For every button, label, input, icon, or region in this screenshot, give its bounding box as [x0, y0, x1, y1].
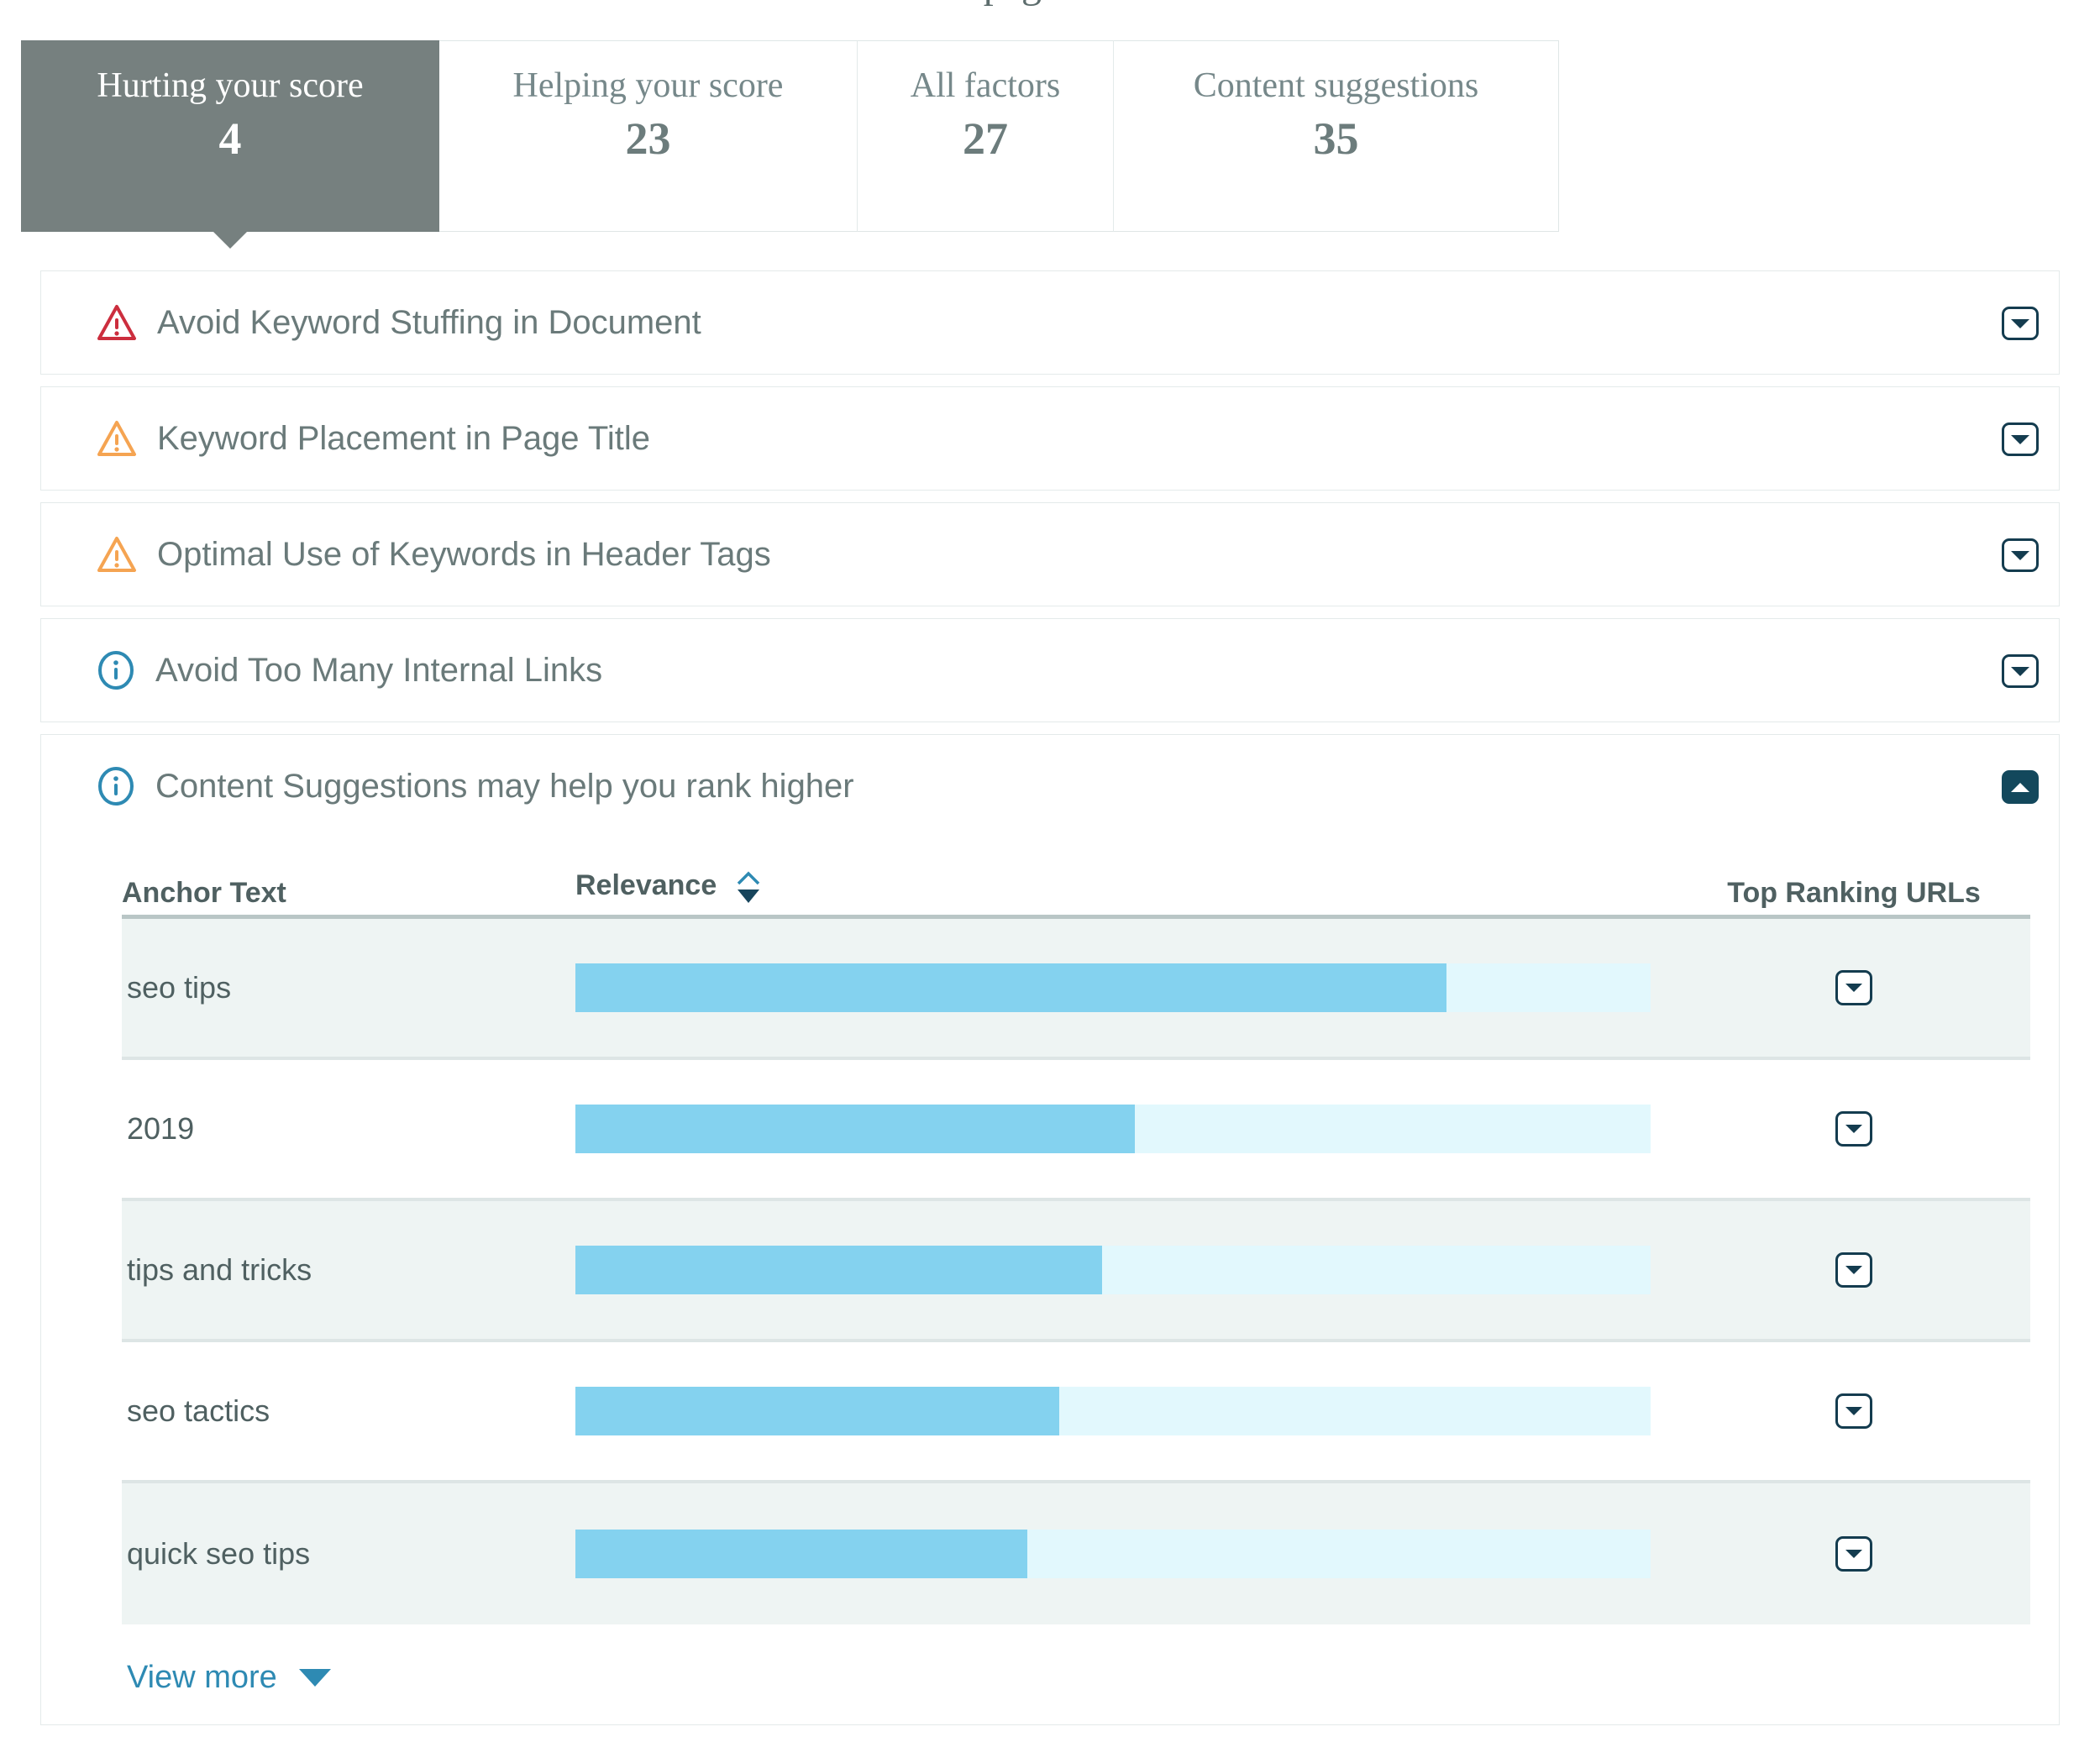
factor-title: Content Suggestions may help you rank hi…	[155, 768, 854, 806]
view-more-label: View more	[127, 1660, 277, 1696]
relevance-cell	[575, 1387, 1677, 1435]
factor-card-header[interactable]: Keyword Placement in Page Title	[41, 387, 2059, 490]
expand-toggle-button[interactable]	[2002, 538, 2039, 572]
expand-toggle-button[interactable]	[2002, 654, 2039, 688]
chevron-down-icon	[2011, 319, 2029, 328]
relevance-bar-fill	[575, 963, 1446, 1012]
sort-chevrons-icon	[734, 869, 763, 906]
anchor-text-cell: seo tactics	[122, 1393, 575, 1429]
table-row[interactable]: seo tips	[122, 919, 2030, 1060]
top-ranking-urls-cell	[1677, 1536, 2030, 1572]
relevance-bar-track	[575, 963, 1651, 1012]
chevron-down-icon	[1845, 1125, 1862, 1133]
tab-count: 27	[963, 111, 1008, 168]
relevance-bar-fill	[575, 1246, 1102, 1294]
relevance-bar-track	[575, 1105, 1651, 1153]
info-circle-icon	[97, 767, 135, 806]
tab-label: Helping your score	[491, 66, 806, 106]
relevance-bar-fill	[575, 1530, 1027, 1578]
page-title: On-page factors	[0, 0, 2100, 12]
factor-card-header[interactable]: Optimal Use of Keywords in Header Tags	[41, 503, 2059, 606]
top-ranking-urls-cell	[1677, 1111, 2030, 1147]
tab-count: 23	[626, 111, 671, 168]
chevron-down-icon	[2011, 435, 2029, 444]
relevance-bar-track	[575, 1530, 1651, 1578]
relevance-cell	[575, 1246, 1677, 1294]
tab-helping-your-score[interactable]: Helping your score 23	[439, 40, 858, 232]
factor-card-content-suggestions[interactable]: Content Suggestions may help you rank hi…	[40, 734, 2060, 1725]
factor-title: Keyword Placement in Page Title	[157, 420, 650, 458]
row-expand-button[interactable]	[1835, 1536, 1872, 1572]
relevance-cell	[575, 1530, 1677, 1578]
anchor-text-cell: 2019	[122, 1111, 575, 1147]
row-expand-button[interactable]	[1835, 970, 1872, 1005]
relevance-bar-fill	[575, 1105, 1135, 1153]
content-suggestions-panel: Anchor Text Relevance Top Ranking URLs	[41, 837, 2059, 1696]
column-header-relevance: Relevance	[575, 869, 717, 901]
expand-toggle-button[interactable]	[2002, 422, 2039, 456]
anchor-text-cell: tips and tricks	[122, 1252, 575, 1288]
factor-title: Avoid Too Many Internal Links	[155, 652, 602, 690]
chevron-up-icon	[2011, 783, 2029, 792]
suggestions-table-header: Anchor Text Relevance Top Ranking URLs	[122, 837, 2030, 915]
factor-title: Avoid Keyword Stuffing in Document	[157, 304, 701, 342]
tab-count: 35	[1314, 111, 1359, 168]
tab-content-suggestions[interactable]: Content suggestions 35	[1114, 40, 1559, 232]
expand-toggle-button[interactable]	[2002, 307, 2039, 340]
factor-tabs: Hurting your score 4 Helping your score …	[21, 40, 1559, 232]
tab-label: All factors	[889, 66, 1082, 106]
row-expand-button[interactable]	[1835, 1252, 1872, 1288]
relevance-bar-track	[575, 1246, 1651, 1294]
table-row[interactable]: tips and tricks	[122, 1201, 2030, 1342]
warning-triangle-icon	[97, 536, 137, 573]
chevron-down-icon	[1845, 1407, 1862, 1415]
sort-toggle-relevance[interactable]	[734, 869, 763, 906]
top-ranking-urls-cell	[1677, 1252, 2030, 1288]
factor-card-header[interactable]: Avoid Keyword Stuffing in Document	[41, 271, 2059, 374]
column-header-top-ranking-urls: Top Ranking URLs	[1727, 877, 1981, 909]
suggestions-table: seo tips 2019	[122, 915, 2030, 1624]
top-ranking-urls-cell	[1677, 1393, 2030, 1429]
view-more-link[interactable]: View more	[122, 1660, 2030, 1696]
chevron-down-icon	[299, 1669, 331, 1687]
anchor-text-cell: seo tips	[122, 970, 575, 1005]
column-header-anchor-text: Anchor Text	[122, 877, 286, 909]
table-row[interactable]: quick seo tips	[122, 1483, 2030, 1624]
row-expand-button[interactable]	[1835, 1393, 1872, 1429]
relevance-cell	[575, 963, 1677, 1012]
relevance-bar-fill	[575, 1387, 1059, 1435]
factor-list: Avoid Keyword Stuffing in Document Keywo…	[40, 270, 2060, 1737]
factor-card-header[interactable]: Content Suggestions may help you rank hi…	[41, 735, 2059, 837]
tab-label: Content suggestions	[1172, 66, 1501, 106]
warning-triangle-icon	[97, 304, 137, 341]
chevron-down-icon	[1845, 984, 1862, 992]
relevance-cell	[575, 1105, 1677, 1153]
tab-label: Hurting your score	[75, 66, 385, 106]
table-row[interactable]: seo tactics	[122, 1342, 2030, 1483]
top-ranking-urls-cell	[1677, 970, 2030, 1005]
factor-card[interactable]: Optimal Use of Keywords in Header Tags	[40, 502, 2060, 606]
collapse-toggle-button[interactable]	[2002, 770, 2039, 804]
table-row[interactable]: 2019	[122, 1060, 2030, 1201]
chevron-down-icon	[1845, 1550, 1862, 1558]
factor-card[interactable]: Avoid Keyword Stuffing in Document	[40, 270, 2060, 375]
anchor-text-cell: quick seo tips	[122, 1536, 575, 1572]
relevance-bar-track	[575, 1387, 1651, 1435]
factor-title: Optimal Use of Keywords in Header Tags	[157, 536, 771, 574]
info-circle-icon	[97, 651, 135, 690]
factor-card[interactable]: Avoid Too Many Internal Links	[40, 618, 2060, 722]
chevron-down-icon	[2011, 551, 2029, 560]
factor-card[interactable]: Keyword Placement in Page Title	[40, 386, 2060, 491]
tab-all-factors[interactable]: All factors 27	[858, 40, 1114, 232]
chevron-down-icon	[1845, 1266, 1862, 1274]
warning-triangle-icon	[97, 420, 137, 457]
row-expand-button[interactable]	[1835, 1111, 1872, 1147]
factor-card-header[interactable]: Avoid Too Many Internal Links	[41, 619, 2059, 722]
tab-hurting-your-score[interactable]: Hurting your score 4	[21, 40, 439, 232]
chevron-down-icon	[2011, 667, 2029, 676]
tab-count: 4	[219, 111, 242, 168]
